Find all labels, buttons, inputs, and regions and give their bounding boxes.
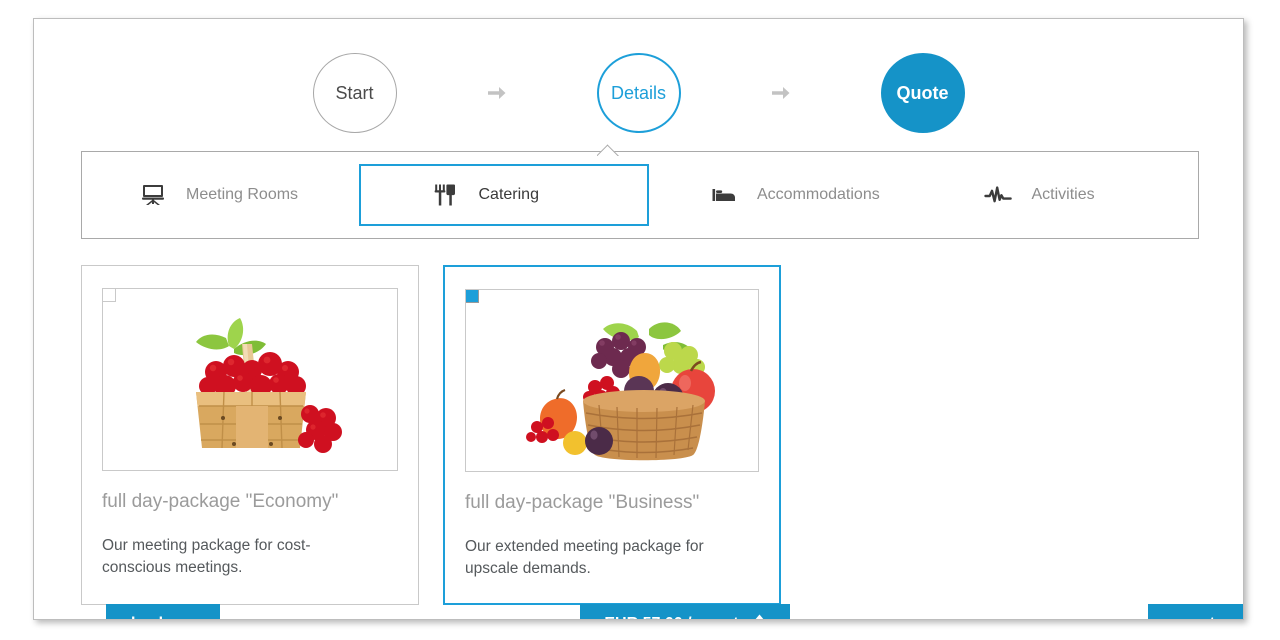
package-thumbnail-economy	[102, 288, 398, 471]
pulse-icon	[983, 182, 1012, 208]
tab-catering-label: Catering	[478, 186, 539, 203]
package-checkbox-economy[interactable]	[103, 289, 116, 302]
tab-activities-label: Activities	[1031, 186, 1095, 203]
package-card-business[interactable]: full day-package "Business" Our extended…	[443, 265, 781, 605]
next-button-label: next	[1182, 615, 1215, 619]
stepper-step-details[interactable]: Details	[596, 53, 681, 133]
tab-accommodations[interactable]: Accommodations	[653, 152, 926, 238]
package-title-business: full day-package "Business"	[465, 492, 700, 513]
stepper-step-start[interactable]: Start	[312, 53, 397, 133]
wizard-page-frame: Start Details Quote Meeting Rooms Cateri…	[33, 18, 1244, 620]
tab-meeting-rooms-label: Meeting Rooms	[186, 186, 299, 203]
tab-panel-notch	[597, 144, 619, 156]
projector-screen-icon	[140, 182, 166, 208]
stepper-arrow-1	[397, 84, 597, 102]
tab-accommodations-label: Accommodations	[757, 186, 880, 203]
tab-meeting-rooms[interactable]: Meeting Rooms	[82, 152, 355, 238]
fork-knife-icon	[433, 182, 459, 208]
package-title-economy: full day-package "Economy"	[102, 491, 339, 512]
package-card-list: full day-package "Economy" Our meeting p…	[81, 265, 1199, 605]
stepper-step-details-label: Details	[610, 82, 667, 103]
package-card-economy[interactable]: full day-package "Economy" Our meeting p…	[81, 265, 419, 605]
back-button[interactable]: back	[106, 604, 220, 619]
price-summary-bar[interactable]: EUR 57,00 / guest	[580, 604, 790, 619]
stepper-arrow-2	[681, 84, 881, 102]
basket-of-mixed-fruit-image	[526, 321, 715, 460]
arrow-up-icon	[753, 614, 766, 619]
tab-catering[interactable]: Catering	[358, 164, 649, 226]
tab-activities[interactable]: Activities	[926, 152, 1199, 238]
wizard-stepper: Start Details Quote	[34, 43, 1243, 143]
stepper-step-quote-label: Quote	[896, 82, 949, 103]
bed-icon	[711, 182, 737, 208]
tab-strip: Meeting Rooms Catering Accommodations Ac…	[81, 151, 1199, 239]
package-checkbox-business[interactable]	[466, 290, 479, 303]
price-summary-label: EUR 57,00 / guest	[604, 615, 738, 619]
next-button[interactable]: next	[1148, 604, 1243, 619]
back-button-label: back	[131, 615, 167, 619]
package-thumbnail-business	[465, 289, 759, 472]
basket-of-redcurrants-image	[196, 317, 342, 453]
package-description-business: Our extended meeting package for upscale…	[465, 538, 704, 578]
stepper-step-start-label: Start	[335, 82, 374, 103]
stepper-step-quote[interactable]: Quote	[880, 53, 965, 133]
package-description-economy: Our meeting package for cost-conscious m…	[102, 537, 311, 577]
